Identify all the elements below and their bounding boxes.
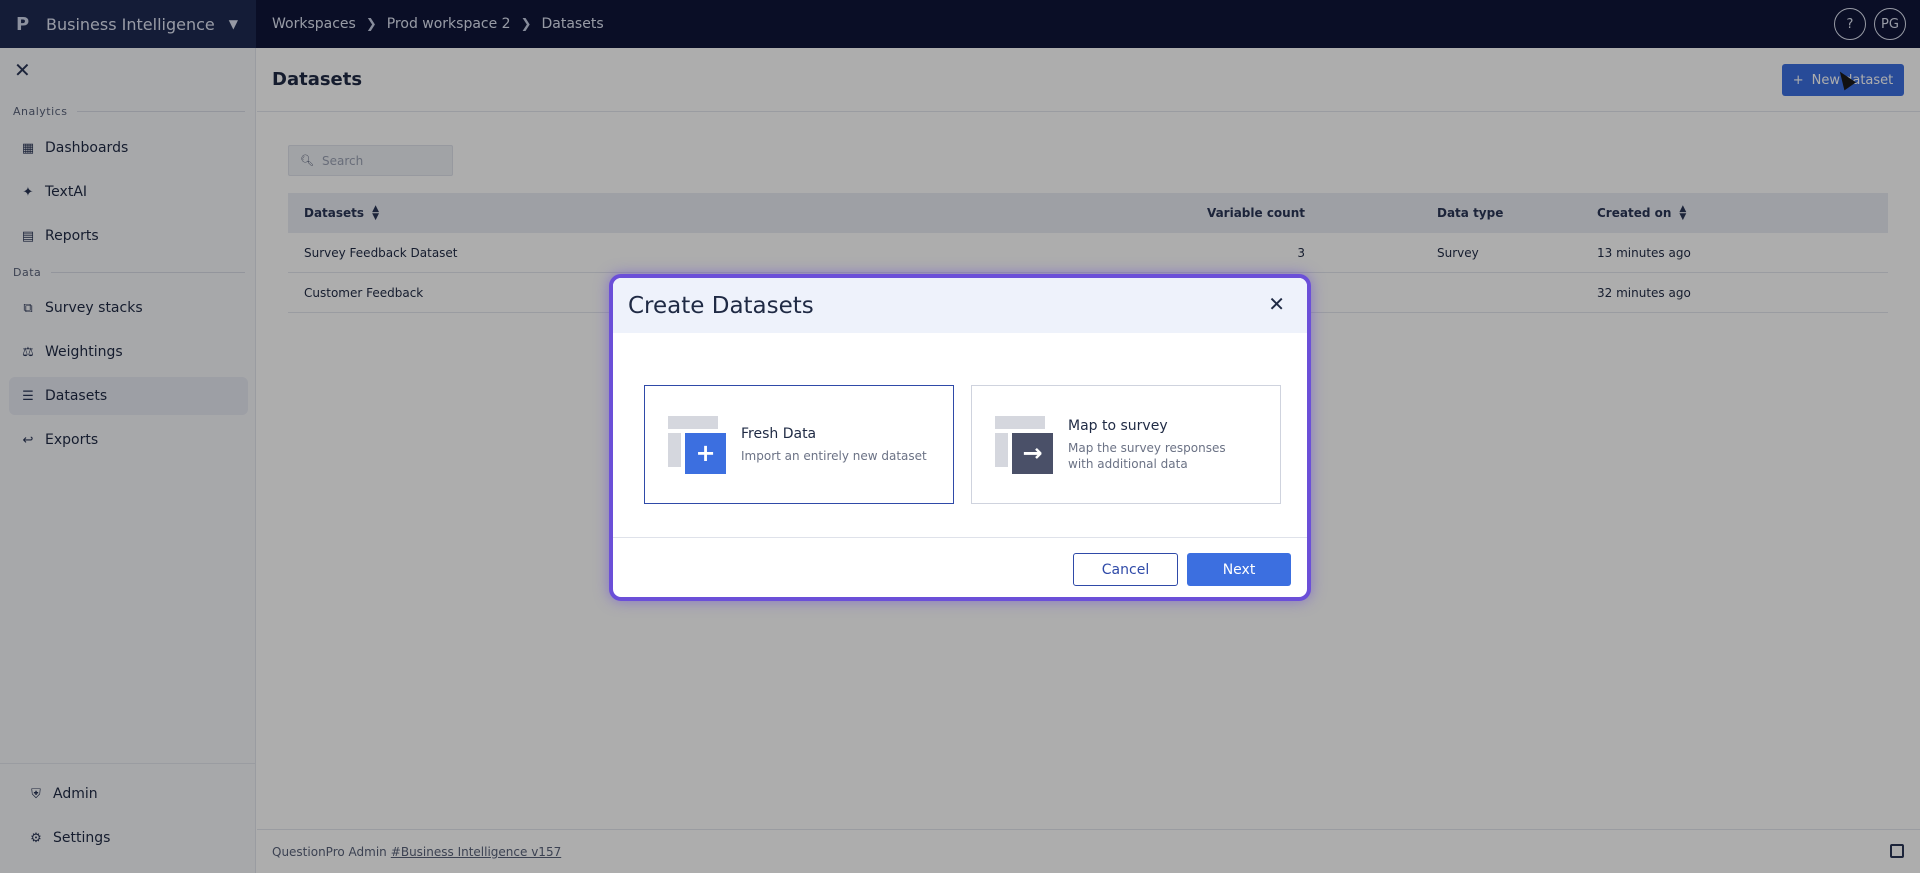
modal-body: + Fresh Data Import an entirely new data…: [613, 333, 1307, 538]
next-button[interactable]: Next: [1187, 553, 1291, 586]
option-description: Map the survey responses with additional…: [1068, 440, 1226, 471]
option-title: Fresh Data: [741, 425, 817, 442]
fresh-data-illustration: +: [668, 415, 726, 474]
option-title: Map to survey: [1068, 417, 1168, 434]
close-icon[interactable]: ✕: [1268, 292, 1285, 316]
option-map-to-survey[interactable]: → Map to survey Map the survey responses…: [971, 385, 1281, 504]
option-description: Import an entirely new dataset: [741, 448, 927, 463]
map-survey-illustration: →: [995, 415, 1053, 474]
option-fresh-data[interactable]: + Fresh Data Import an entirely new data…: [644, 385, 954, 504]
modal-footer: Cancel Next: [613, 538, 1307, 597]
create-datasets-modal: Create Datasets ✕ + Fresh Data Import an…: [609, 274, 1311, 601]
cancel-button[interactable]: Cancel: [1073, 553, 1178, 586]
arrow-right-icon: →: [1012, 432, 1053, 474]
modal-header: Create Datasets ✕: [613, 278, 1307, 333]
modal-title: Create Datasets: [628, 292, 814, 319]
plus-icon: +: [685, 432, 726, 474]
